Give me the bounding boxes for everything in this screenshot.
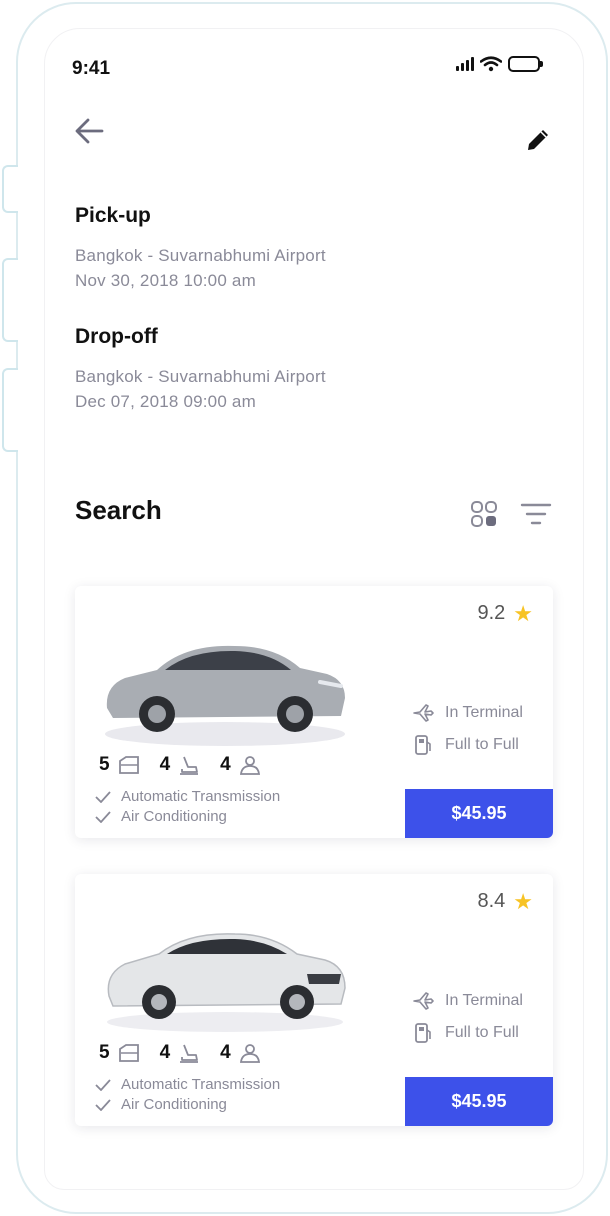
price-button[interactable]: $45.95 — [405, 789, 553, 838]
wifi-icon — [480, 56, 502, 72]
volume-up-button — [2, 258, 18, 342]
car-door-icon — [118, 756, 139, 774]
spec-row: 5 4 4 — [99, 1042, 281, 1064]
passenger-icon — [239, 1044, 260, 1063]
airplane-icon — [413, 992, 434, 1010]
perk-label: Full to Full — [445, 736, 519, 753]
search-title: Search — [75, 495, 162, 525]
seats-count: 4 — [159, 1042, 171, 1063]
star-icon: ★ — [513, 888, 533, 914]
check-icon — [95, 1078, 111, 1091]
airplane-icon — [413, 704, 434, 722]
perk-label: In Terminal — [445, 704, 523, 721]
status-icons — [456, 56, 543, 72]
rating-value: 8.4 — [477, 890, 506, 912]
car-result-card[interactable]: 9.2 ★ 5 4 4 Automatic Transmission Air C… — [75, 586, 553, 838]
rating: 9.2 ★ — [477, 602, 533, 625]
feature-label: Automatic Transmission — [121, 1076, 281, 1093]
mute-switch — [2, 165, 18, 213]
price-button[interactable]: $45.95 — [405, 1077, 553, 1126]
fuel-policy-perk: Full to Full — [411, 734, 519, 756]
status-time: 9:41 — [72, 58, 111, 79]
doors-count: 5 — [99, 1042, 110, 1063]
pickup-location: Bangkok - Suvarnabhumi Airport — [75, 246, 326, 265]
app-screen: 9:41 Pick-up Bangkok - Suvarnabhumi Airp… — [46, 30, 582, 1188]
check-icon — [95, 790, 111, 803]
pickup-location-perk: In Terminal — [411, 990, 523, 1012]
grid-view-icon[interactable] — [470, 500, 498, 528]
feature-item: Air Conditioning — [95, 1096, 227, 1113]
passengers-count: 4 — [220, 1042, 231, 1063]
seat-icon — [180, 756, 199, 775]
passenger-icon — [239, 756, 260, 775]
feature-label: Air Conditioning — [121, 808, 227, 825]
star-icon: ★ — [513, 600, 533, 626]
car-door-icon — [118, 1044, 139, 1062]
feature-item: Automatic Transmission — [95, 1076, 280, 1093]
feature-label: Air Conditioning — [121, 1096, 227, 1113]
pickup-title: Pick-up — [75, 204, 151, 227]
dropoff-title: Drop-off — [75, 325, 158, 348]
fuel-policy-perk: Full to Full — [411, 1022, 519, 1044]
car-sedan-image — [105, 645, 346, 746]
spec-row: 5 4 4 — [99, 754, 281, 776]
seat-icon — [180, 1044, 199, 1063]
seats-count: 4 — [159, 754, 171, 775]
fuel-pump-icon — [415, 1023, 431, 1043]
feature-item: Automatic Transmission — [95, 788, 280, 805]
check-icon — [95, 1098, 111, 1111]
signal-icon — [456, 57, 474, 71]
rating-value: 9.2 — [477, 602, 506, 624]
doors-count: 5 — [99, 754, 110, 775]
fuel-pump-icon — [415, 735, 431, 755]
battery-icon — [508, 56, 543, 72]
volume-down-button — [2, 368, 18, 452]
pickup-location-perk: In Terminal — [411, 702, 523, 724]
dropoff-location: Bangkok - Suvarnabhumi Airport — [75, 367, 326, 386]
pickup-datetime: Nov 30, 2018 10:00 am — [75, 271, 256, 290]
feature-label: Automatic Transmission — [121, 788, 281, 805]
car-sedan-image — [107, 933, 346, 1032]
check-icon — [95, 810, 111, 823]
edit-pencil-icon[interactable] — [524, 126, 552, 154]
passengers-count: 4 — [220, 754, 231, 775]
rating: 8.4 ★ — [477, 890, 533, 913]
back-arrow-icon[interactable] — [72, 114, 106, 148]
dropoff-datetime: Dec 07, 2018 09:00 am — [75, 392, 256, 411]
filter-sort-icon[interactable] — [520, 500, 552, 528]
feature-item: Air Conditioning — [95, 808, 227, 825]
perk-label: Full to Full — [445, 1024, 519, 1041]
perk-label: In Terminal — [445, 992, 523, 1009]
car-result-card[interactable]: 8.4 ★ 5 4 4 Automatic Transmission Air C… — [75, 874, 553, 1126]
